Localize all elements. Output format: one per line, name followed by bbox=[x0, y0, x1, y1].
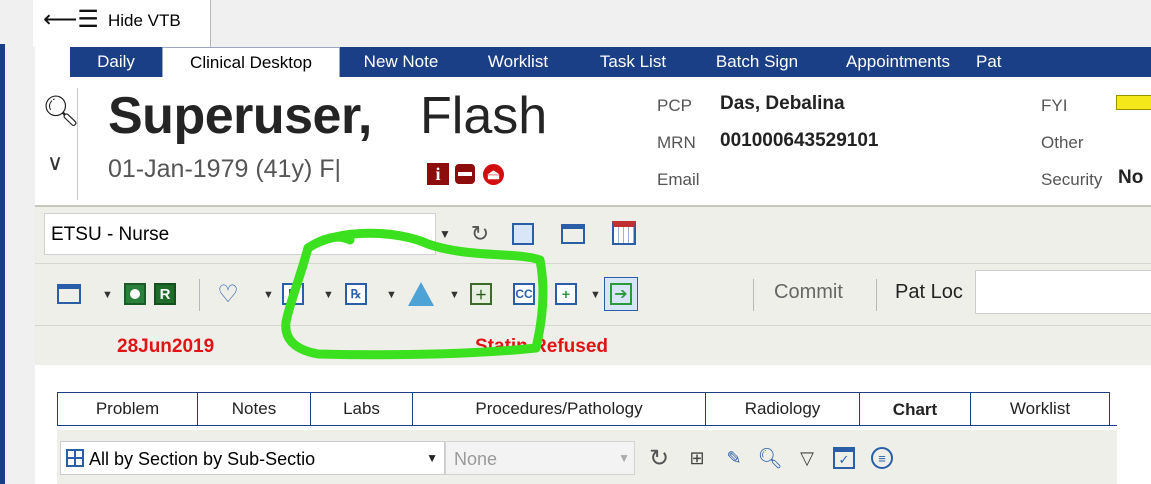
dropdown-arrow-icon[interactable]: ▼ bbox=[618, 451, 630, 465]
info-icon[interactable]: i bbox=[427, 163, 449, 185]
other-label: Other bbox=[1041, 133, 1084, 152]
grid-icon bbox=[66, 449, 84, 467]
filter-icon[interactable]: ▽ bbox=[795, 446, 819, 470]
pcp-value: Das, Debalina bbox=[720, 93, 845, 114]
search-icon[interactable]: 🔍︎ bbox=[42, 94, 80, 129]
left-accent-bar bbox=[0, 44, 5, 484]
mrn-label: MRN bbox=[657, 133, 696, 152]
app-window: ⟵☰ Hide VTB Daily Clinical Desktop New N… bbox=[0, 0, 1151, 484]
security-value: No bbox=[1118, 167, 1144, 188]
calendar-icon[interactable] bbox=[610, 219, 638, 247]
chart-tabs: Problem Notes Labs Procedures/Pathology … bbox=[57, 392, 1110, 426]
toolbar-separator bbox=[753, 279, 754, 311]
tab-chart[interactable]: Chart bbox=[859, 392, 970, 426]
refresh-icon[interactable]: ↻ bbox=[645, 444, 673, 472]
tabs-underline bbox=[57, 425, 1117, 426]
view-select-value: All by Section by Sub-Sectio bbox=[89, 449, 316, 469]
alert-icon[interactable]: ⏏ bbox=[483, 164, 504, 185]
patient-last-name: Superuser, bbox=[108, 87, 372, 145]
commit-button[interactable]: Commit bbox=[774, 281, 843, 304]
heart-icon[interactable]: ♡ bbox=[214, 281, 242, 308]
list-icon[interactable]: ≡ bbox=[868, 444, 896, 472]
title-strip bbox=[211, 0, 1151, 47]
patient-dob: 01-Jan-1979 (41y) F| bbox=[108, 155, 341, 183]
tab-worklist[interactable]: Worklist bbox=[970, 392, 1110, 426]
email-label: Email bbox=[657, 170, 700, 189]
hide-vtb-button[interactable]: ⟵☰ Hide VTB bbox=[33, 0, 211, 47]
hide-vtb-label: Hide VTB bbox=[108, 11, 181, 30]
pat-loc-input[interactable] bbox=[975, 270, 1151, 314]
nav-tab-batch-sign[interactable]: Batch Sign bbox=[692, 47, 822, 77]
security-label: Security bbox=[1041, 170, 1103, 189]
mrn-value: 001000643529101 bbox=[720, 130, 879, 151]
tab-procedures-pathology[interactable]: Procedures/Pathology bbox=[412, 392, 705, 426]
pcp-label: PCP bbox=[657, 96, 692, 115]
nav-tab-daily[interactable]: Daily bbox=[70, 47, 162, 77]
expand-icon[interactable]: ⊞ bbox=[685, 446, 709, 470]
top-nav: Daily Clinical Desktop New Note Worklist… bbox=[70, 47, 1151, 77]
nav-tab-new-note[interactable]: New Note bbox=[340, 47, 462, 77]
dropdown-arrow-icon[interactable]: ▼ bbox=[590, 289, 601, 301]
dropdown-arrow-icon[interactable]: ▼ bbox=[263, 289, 274, 301]
tab-notes[interactable]: Notes bbox=[197, 392, 310, 426]
document-icon[interactable] bbox=[455, 164, 475, 184]
patient-search-column: 🔍︎ ∨ bbox=[35, 88, 80, 200]
dropdown-arrow-icon[interactable]: ▼ bbox=[102, 289, 113, 301]
layout-icon[interactable] bbox=[560, 221, 586, 247]
vtb-gutter bbox=[0, 0, 35, 484]
location-value: ETSU - Nurse bbox=[51, 224, 170, 245]
fyi-label: FYI bbox=[1041, 96, 1068, 115]
filter-select-value: None bbox=[454, 449, 498, 469]
toolbar-separator bbox=[876, 279, 877, 311]
patient-first-name: Flash bbox=[420, 87, 548, 145]
note-icon[interactable]: + bbox=[555, 283, 577, 305]
arrow-in-icon[interactable]: ➔ bbox=[604, 277, 638, 311]
nav-tab-task-list[interactable]: Task List bbox=[574, 47, 692, 77]
calendar-check-icon[interactable]: ✓ bbox=[830, 444, 858, 472]
view-select[interactable]: All by Section by Sub-Sectio ▼ bbox=[60, 441, 445, 475]
search-icon[interactable]: 🔍︎ bbox=[757, 446, 782, 470]
nav-tab-appointments[interactable]: Appointments bbox=[822, 47, 974, 77]
person-icon[interactable] bbox=[124, 283, 146, 305]
r-icon[interactable]: R bbox=[154, 283, 176, 305]
tab-radiology[interactable]: Radiology bbox=[705, 392, 859, 426]
alert-date: 28Jun2019 bbox=[117, 336, 215, 357]
pat-loc-label: Pat Loc bbox=[895, 281, 963, 303]
fyi-badge[interactable] bbox=[1116, 95, 1151, 110]
layout-icon[interactable] bbox=[56, 282, 82, 306]
tab-labs[interactable]: Labs bbox=[310, 392, 412, 426]
filter-select[interactable]: None ▼ bbox=[445, 441, 635, 475]
collapse-arrow-icon: ⟵☰ bbox=[43, 6, 99, 33]
dropdown-arrow-icon[interactable]: ▼ bbox=[426, 451, 438, 465]
green-highlight-annotation bbox=[281, 228, 548, 360]
edit-icon[interactable]: ✎ bbox=[722, 446, 746, 470]
nav-tab-pat[interactable]: Pat bbox=[974, 47, 1014, 77]
nav-tab-worklist[interactable]: Worklist bbox=[462, 47, 574, 77]
toolbar-separator bbox=[199, 279, 200, 311]
chevron-down-icon[interactable]: ∨ bbox=[47, 150, 63, 176]
nav-tab-clinical-desktop[interactable]: Clinical Desktop bbox=[162, 47, 340, 77]
tab-problem[interactable]: Problem bbox=[57, 392, 197, 426]
